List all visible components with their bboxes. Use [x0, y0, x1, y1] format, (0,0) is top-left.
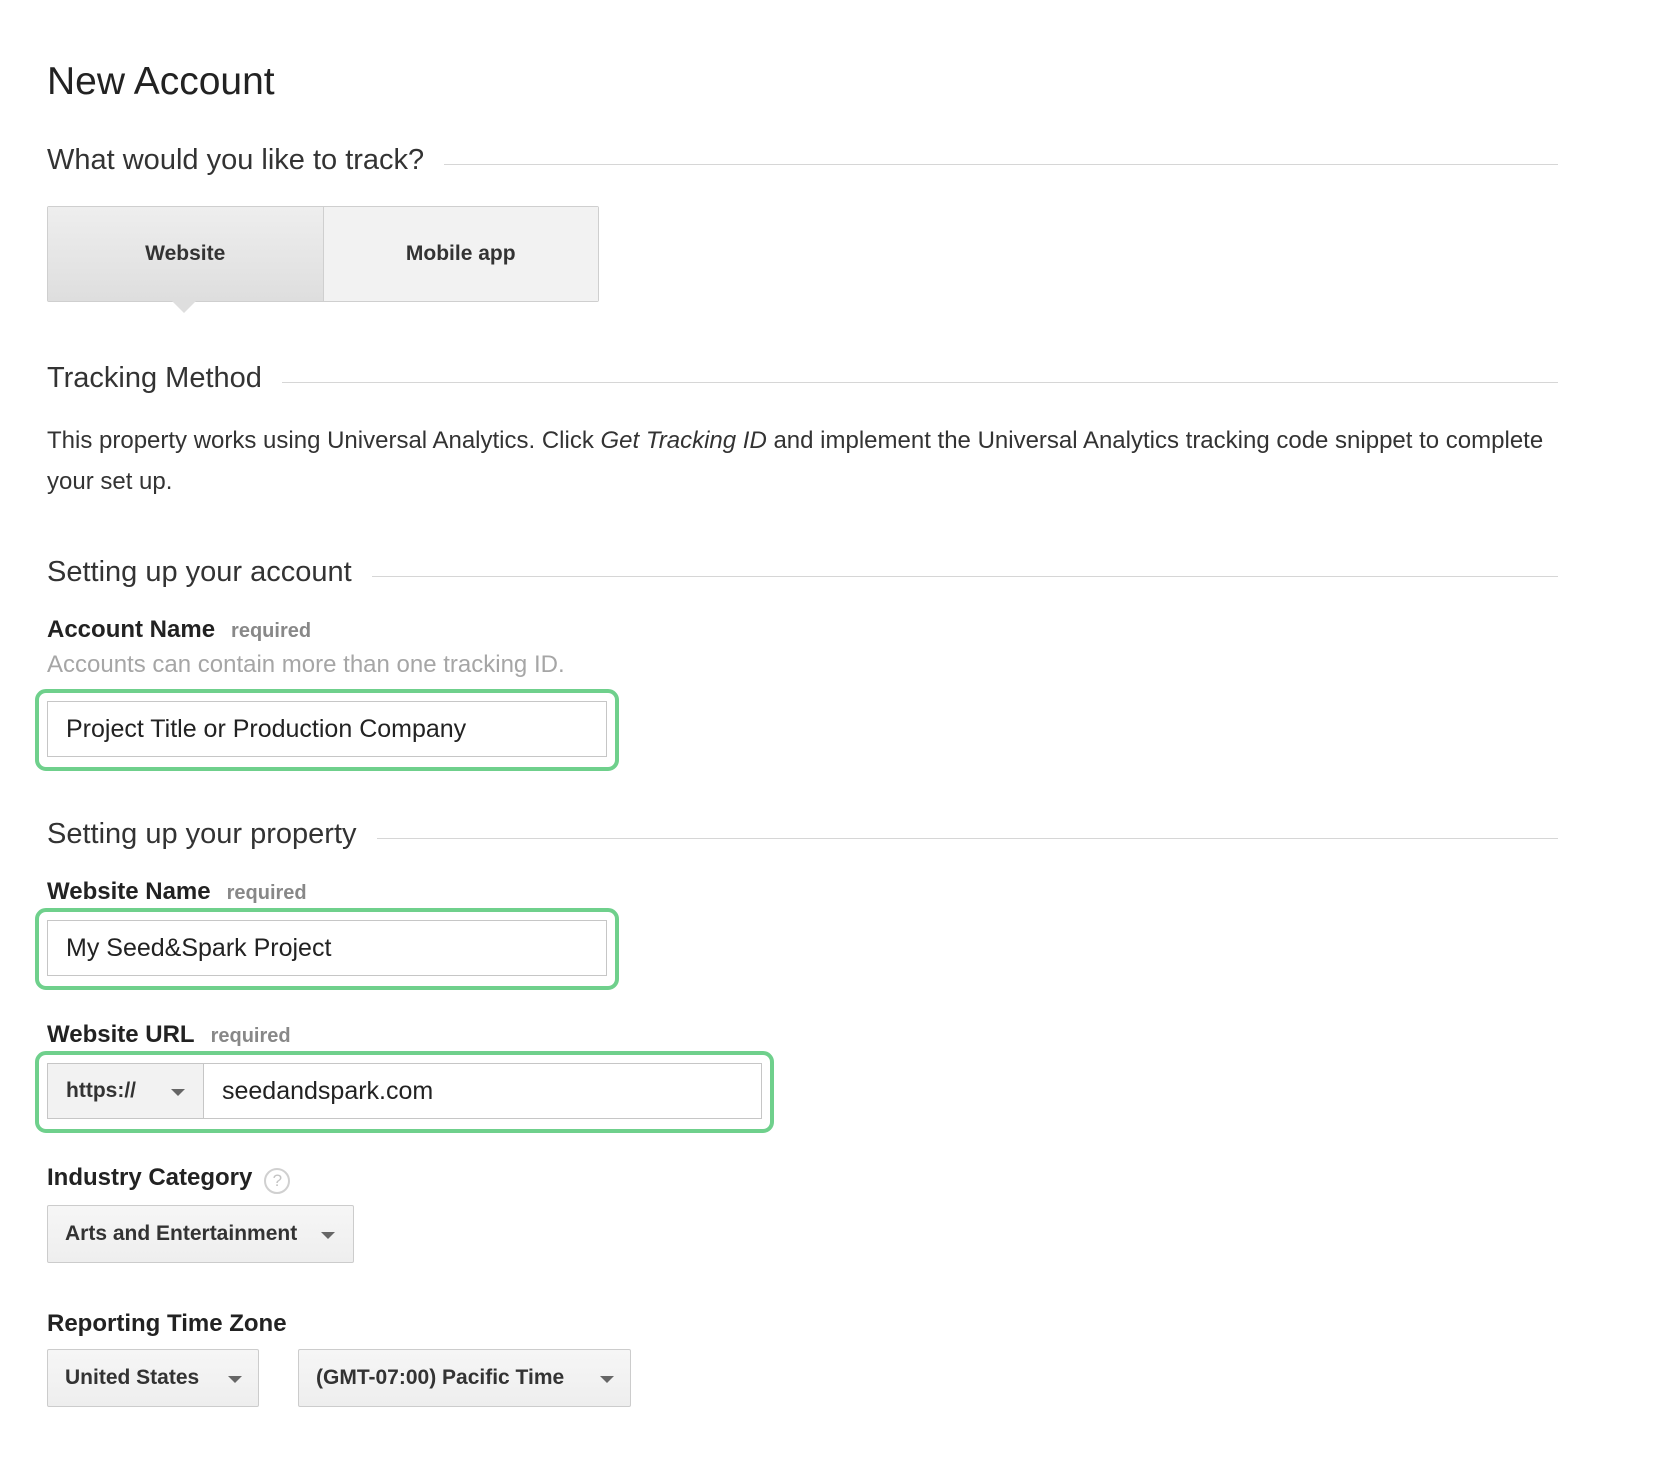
section-divider [281, 381, 1558, 383]
page-title: New Account [47, 60, 275, 103]
tracking-method-heading: Tracking Method [47, 358, 1558, 398]
website-name-label: Website Name [47, 878, 211, 905]
section-divider [371, 575, 1558, 577]
section-divider [376, 837, 1558, 839]
tracking-method-description: This property works using Universal Anal… [47, 420, 1567, 502]
chevron-down-icon [321, 1232, 335, 1239]
account-name-highlight [35, 689, 619, 771]
website-url-input[interactable] [204, 1064, 761, 1118]
help-icon[interactable]: ? [264, 1168, 291, 1194]
website-url-label-row: Website URL required [47, 1021, 291, 1049]
website-name-highlight [35, 908, 619, 990]
industry-category-value: Arts and Entertainment [65, 1222, 298, 1245]
website-option-button[interactable]: Website [48, 207, 324, 301]
track-section-label: What would you like to track? [47, 143, 425, 176]
time-zone-value: (GMT-07:00) Pacific Time [316, 1366, 565, 1389]
description-emphasis: Get Tracking ID [600, 427, 767, 454]
chevron-down-icon [171, 1089, 185, 1096]
industry-category-label-row: Industry Category ? [47, 1164, 291, 1194]
tracking-method-label: Tracking Method [47, 361, 262, 394]
industry-category-dropdown[interactable]: Arts and Entertainment [47, 1205, 354, 1263]
required-tag: required [231, 620, 312, 642]
chevron-down-icon [600, 1376, 614, 1383]
industry-category-label: Industry Category [47, 1164, 253, 1191]
website-url-field: https:// [47, 1063, 762, 1119]
account-name-input[interactable] [47, 701, 607, 757]
protocol-dropdown[interactable]: https:// [48, 1064, 204, 1118]
required-tag: required [210, 1025, 291, 1047]
chevron-down-icon [228, 1376, 242, 1383]
website-url-label: Website URL [47, 1021, 195, 1048]
track-type-toggle: Website Mobile app [47, 206, 599, 302]
description-text-before: This property works using Universal Anal… [47, 427, 601, 454]
property-section-label: Setting up your property [47, 817, 357, 850]
time-zone-country-dropdown[interactable]: United States [47, 1349, 259, 1407]
time-zone-dropdown[interactable]: (GMT-07:00) Pacific Time [298, 1349, 631, 1407]
account-name-label: Account Name [47, 616, 216, 643]
property-section-heading: Setting up your property [47, 814, 1558, 854]
website-name-input[interactable] [47, 920, 607, 976]
protocol-value: https:// [66, 1079, 136, 1102]
required-tag: required [226, 882, 307, 904]
time-zone-label-row: Reporting Time Zone [47, 1310, 287, 1338]
time-zone-label: Reporting Time Zone [47, 1310, 287, 1337]
website-url-highlight: https:// [35, 1051, 774, 1133]
account-name-label-row: Account Name required [47, 616, 311, 644]
account-section-heading: Setting up your account [47, 552, 1558, 592]
account-name-hint: Accounts can contain more than one track… [47, 651, 565, 678]
section-divider [444, 163, 1558, 165]
selected-option-pointer [171, 300, 197, 313]
track-section-heading: What would you like to track? [47, 140, 1558, 180]
country-value: United States [65, 1366, 200, 1389]
website-name-label-row: Website Name required [47, 878, 307, 906]
mobile-app-option-button[interactable]: Mobile app [323, 207, 598, 301]
account-section-label: Setting up your account [47, 555, 352, 588]
